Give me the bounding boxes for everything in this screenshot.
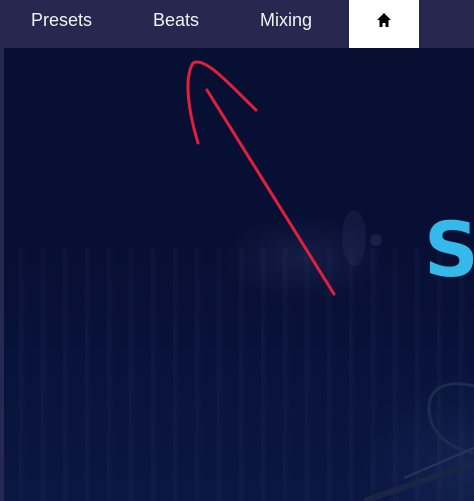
annotation-arrow (186, 60, 336, 296)
